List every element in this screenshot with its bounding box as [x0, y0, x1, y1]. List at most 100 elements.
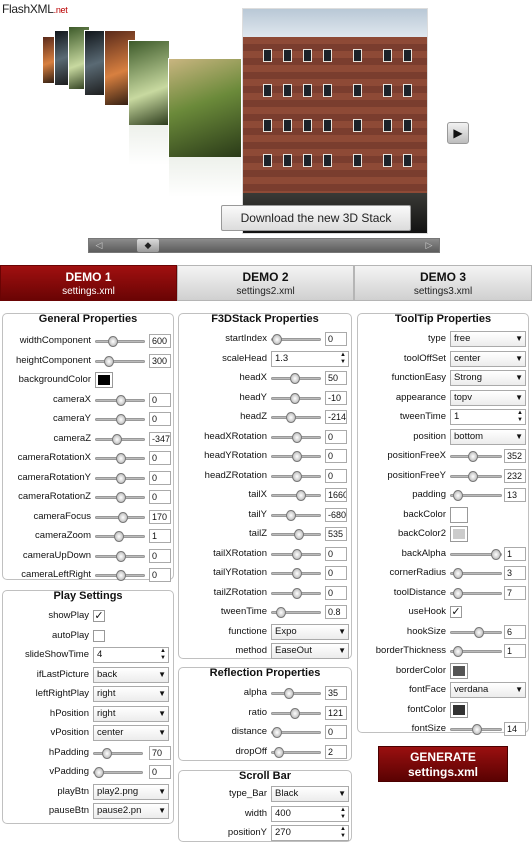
slider-knob[interactable] — [467, 451, 478, 462]
corner-radius-value[interactable]: 3 — [504, 566, 526, 580]
slide-show-time-stepper[interactable]: 4 ▲ ▼ — [93, 647, 169, 663]
stack-photo[interactable] — [128, 40, 170, 165]
slider-knob[interactable] — [272, 727, 282, 738]
border-thickness-value[interactable]: 1 — [504, 644, 526, 658]
slider-knob[interactable] — [104, 355, 114, 367]
v-padding-value[interactable]: 0 — [149, 765, 171, 779]
camera-rotation-x-slider[interactable] — [95, 453, 145, 464]
back-color2-color-picker[interactable] — [450, 526, 468, 542]
tail-y-slider[interactable] — [271, 509, 321, 521]
slider-knob[interactable] — [272, 334, 282, 345]
tail-zrotation-value[interactable]: 0 — [325, 585, 347, 600]
slider-knob[interactable] — [453, 490, 464, 501]
font-size-value[interactable]: 14 — [504, 722, 526, 736]
if-last-picture-select[interactable]: back ▼ — [93, 666, 169, 683]
distance-value[interactable]: 0 — [325, 725, 347, 739]
tool-off-set-select[interactable]: center ▼ — [450, 350, 526, 367]
tail-y-value[interactable]: -680 — [325, 507, 347, 522]
slider-knob[interactable] — [467, 470, 478, 482]
camera-rotation-z-value[interactable]: 0 — [149, 490, 171, 504]
slider-knob[interactable] — [286, 509, 296, 521]
alpha-slider[interactable] — [271, 688, 321, 699]
slider-knob[interactable] — [112, 433, 122, 445]
camera-x-value[interactable]: 0 — [149, 392, 171, 407]
alpha-value[interactable]: 35 — [325, 686, 347, 700]
scroll-right-button[interactable]: ▷ — [419, 239, 439, 252]
type-select[interactable]: free ▼ — [450, 331, 526, 347]
slider-knob[interactable] — [472, 724, 482, 735]
method-select[interactable]: EaseOut ▼ — [271, 643, 349, 659]
slider-knob[interactable] — [116, 550, 126, 562]
tool-distance-slider[interactable] — [450, 587, 502, 599]
start-index-slider[interactable] — [271, 334, 321, 345]
font-size-slider[interactable] — [450, 724, 502, 735]
head-z-value[interactable]: -214 — [325, 410, 347, 424]
background-color-color-picker[interactable] — [95, 372, 113, 388]
camera-y-slider[interactable] — [95, 414, 145, 425]
width-component-value[interactable]: 600 — [149, 334, 171, 348]
width-stepper[interactable]: 400 ▲ ▼ — [271, 805, 349, 822]
head-y-slider[interactable] — [271, 392, 321, 404]
head-y-value[interactable]: -10 — [325, 390, 347, 405]
tab-demo-1[interactable]: DEMO 1 settings.xml — [0, 265, 177, 301]
slider-knob[interactable] — [102, 747, 112, 759]
h-padding-value[interactable]: 70 — [149, 745, 171, 760]
back-color-color-picker[interactable] — [450, 506, 468, 523]
tween-time-slider[interactable] — [271, 607, 321, 618]
slider-knob[interactable] — [116, 414, 126, 425]
v-padding-slider[interactable] — [93, 767, 143, 778]
appearance-select[interactable]: topv ▼ — [450, 389, 526, 406]
position-free-x-slider[interactable] — [450, 451, 502, 462]
tween-time-stepper[interactable]: 1 ▲ ▼ — [450, 409, 526, 425]
use-hook-checkbox[interactable]: ✓ — [450, 606, 462, 618]
auto-play-checkbox[interactable] — [93, 629, 105, 642]
position-free-y-value[interactable]: 232 — [504, 468, 526, 483]
padding-value[interactable]: 13 — [504, 488, 526, 502]
tab-demo-2[interactable]: DEMO 2 settings2.xml — [177, 265, 354, 301]
slider-knob[interactable] — [284, 688, 294, 699]
pause-btn-select[interactable]: pause2.pn ▼ — [93, 803, 169, 819]
slider-knob[interactable] — [474, 626, 485, 638]
v-position-select[interactable]: center ▼ — [93, 725, 169, 741]
show-play-checkbox[interactable]: ✓ — [93, 610, 105, 622]
position-free-y-slider[interactable] — [450, 470, 502, 482]
type-bar-select[interactable]: Black ▼ — [271, 786, 349, 802]
generate-button[interactable]: GENERATE settings.xml — [378, 746, 508, 782]
tail-zrotation-slider[interactable] — [271, 587, 321, 599]
camera-z-slider[interactable] — [95, 433, 145, 445]
border-color-color-picker[interactable] — [450, 662, 468, 679]
padding-slider[interactable] — [450, 490, 502, 501]
slider-knob[interactable] — [290, 392, 300, 404]
slider-knob[interactable] — [290, 707, 300, 719]
slider-knob[interactable] — [116, 453, 126, 464]
slider-knob[interactable] — [116, 394, 126, 406]
head-x-value[interactable]: 50 — [325, 371, 347, 385]
slider-knob[interactable] — [108, 336, 118, 347]
slider-knob[interactable] — [118, 511, 128, 523]
drop-off-slider[interactable] — [271, 746, 321, 758]
h-padding-slider[interactable] — [93, 747, 143, 759]
tail-xrotation-value[interactable]: 0 — [325, 546, 347, 561]
hook-size-value[interactable]: 6 — [504, 624, 526, 639]
start-index-value[interactable]: 0 — [325, 332, 347, 346]
slider-knob[interactable] — [290, 373, 300, 384]
stepper-arrows-icon[interactable]: ▲ ▼ — [339, 826, 347, 840]
camera-zoom-slider[interactable] — [95, 531, 145, 542]
camera-rotation-y-value[interactable]: 0 — [149, 470, 171, 485]
font-color-color-picker[interactable] — [450, 701, 468, 718]
position-select[interactable]: bottom ▼ — [450, 428, 526, 445]
slider-knob[interactable] — [294, 529, 304, 540]
back-alpha-value[interactable]: 1 — [504, 546, 526, 561]
slider-knob[interactable] — [292, 431, 302, 443]
camera-zoom-value[interactable]: 1 — [149, 529, 171, 543]
slider-knob[interactable] — [453, 646, 464, 657]
left-right-play-select[interactable]: right ▼ — [93, 686, 169, 702]
camera-rotation-y-slider[interactable] — [95, 472, 145, 484]
slider-knob[interactable] — [292, 451, 302, 462]
head-z-slider[interactable] — [271, 412, 321, 423]
hook-size-slider[interactable] — [450, 626, 502, 638]
camera-focus-slider[interactable] — [95, 511, 145, 523]
font-face-select[interactable]: verdana ▼ — [450, 682, 526, 698]
ratio-slider[interactable] — [271, 707, 321, 719]
back-alpha-slider[interactable] — [450, 548, 502, 560]
